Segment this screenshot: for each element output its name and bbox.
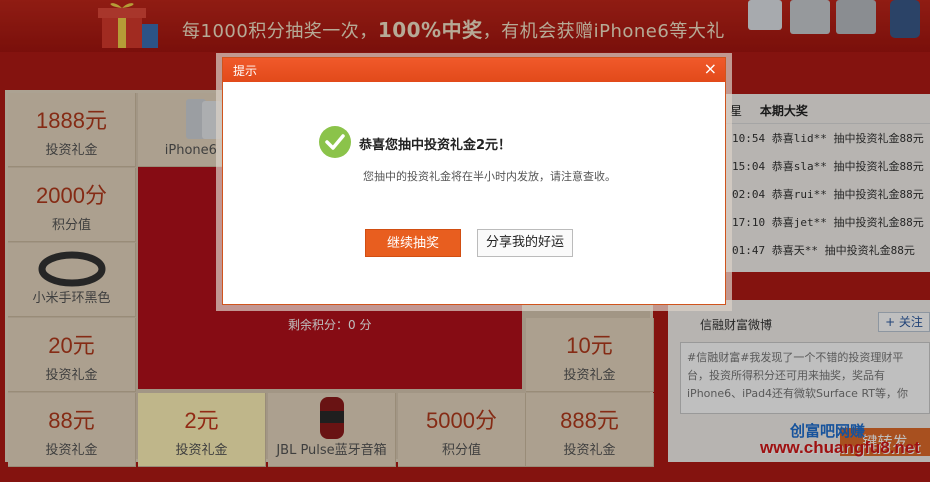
result-dialog: 提示 × 恭喜您抽中投资礼金2元！ 您抽中的投资礼金将在半小时内发放，请注意查收… bbox=[222, 57, 726, 305]
dialog-title: 提示 bbox=[233, 64, 258, 78]
share-luck-button[interactable]: 分享我的好运 bbox=[477, 229, 573, 257]
check-icon bbox=[319, 126, 351, 158]
result-message-title: 恭喜您抽中投资礼金2元！ bbox=[359, 138, 512, 153]
result-message-sub: 您抽中的投资礼金将在半小时内发放，请注意查收。 bbox=[363, 170, 616, 183]
close-icon[interactable]: × bbox=[704, 59, 717, 78]
continue-draw-button[interactable]: 继续抽奖 bbox=[365, 229, 461, 257]
dialog-titlebar: 提示 × bbox=[223, 58, 725, 82]
